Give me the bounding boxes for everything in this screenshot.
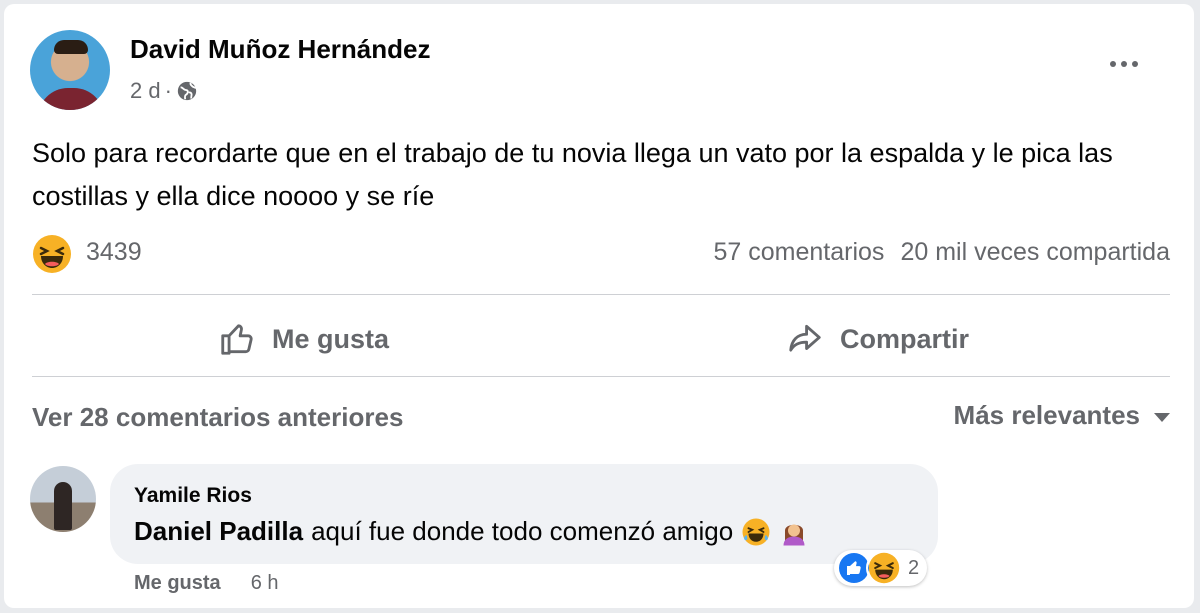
more-icon-dot (1132, 61, 1138, 67)
haha-icon (742, 518, 770, 545)
haha-reaction-icon (866, 550, 902, 586)
comment-reactions[interactable]: 2 (834, 550, 928, 586)
comment-author[interactable]: Yamile Rios (134, 484, 252, 508)
more-icon (1110, 61, 1116, 67)
comment-like-button[interactable]: Me gusta (134, 572, 221, 595)
more-options-button[interactable] (1104, 52, 1144, 76)
post-time[interactable]: 2 d (130, 78, 161, 104)
divider (32, 294, 1170, 295)
comment-body: aquí fue donde todo comenzó amigo (311, 516, 734, 546)
shares-count[interactable]: 20 mil veces compartida (900, 238, 1170, 267)
post-meta: 2 d · (130, 78, 198, 104)
more-icon-dot (1121, 61, 1127, 67)
view-previous-comments[interactable]: Ver 28 comentarios anteriores (32, 402, 403, 433)
comment-time[interactable]: 6 h (251, 572, 279, 595)
share-button[interactable]: Compartir (786, 304, 969, 374)
comment-reaction-count: 2 (908, 556, 920, 579)
commenter-avatar[interactable] (30, 466, 96, 532)
comment-bubble: Yamile Rios Daniel Padilla aquí fue dond… (110, 464, 938, 564)
like-label: Me gusta (272, 323, 390, 354)
comment-actions: Me gusta 6 h (134, 572, 279, 595)
avatar-hair (54, 40, 88, 54)
avatar-shirt (38, 88, 104, 110)
post-text: Solo para recordarte que en el trabajo d… (32, 138, 1113, 211)
author-avatar[interactable] (30, 30, 110, 110)
share-label: Compartir (840, 323, 970, 354)
comment-mention[interactable]: Daniel Padilla (134, 516, 303, 547)
comment-text: Daniel Padilla aquí fue donde todo comen… (134, 516, 809, 547)
post-author[interactable]: David Muñoz Hernández (130, 34, 430, 65)
caret-down-icon (1154, 413, 1170, 422)
divider (32, 376, 1170, 377)
woman-shrugging-icon (783, 524, 805, 545)
post-actions: Me gusta Compartir (32, 304, 1170, 374)
comments-count[interactable]: 57 comentarios (714, 238, 885, 267)
reaction-count[interactable]: 3439 (86, 238, 142, 267)
comments-header: Ver 28 comentarios anteriores Más releva… (32, 398, 1170, 442)
meta-separator: · (164, 78, 172, 103)
sort-dropdown[interactable]: Más relevantes (954, 400, 1170, 431)
post-stats: 3439 57 comentarios 20 mil veces compart… (32, 232, 1170, 276)
globe-icon (177, 81, 197, 101)
post-card: David Muñoz Hernández 2 d · Solo para re… (4, 4, 1194, 608)
like-outline-icon (221, 324, 253, 355)
sort-label: Más relevantes (953, 400, 1140, 430)
like-button[interactable]: Me gusta (218, 304, 389, 374)
avatar-figure (54, 482, 72, 530)
haha-icon[interactable] (32, 234, 72, 274)
stats-right: 57 comentarios 20 mil veces compartida (714, 238, 1171, 267)
share-icon (789, 324, 821, 352)
